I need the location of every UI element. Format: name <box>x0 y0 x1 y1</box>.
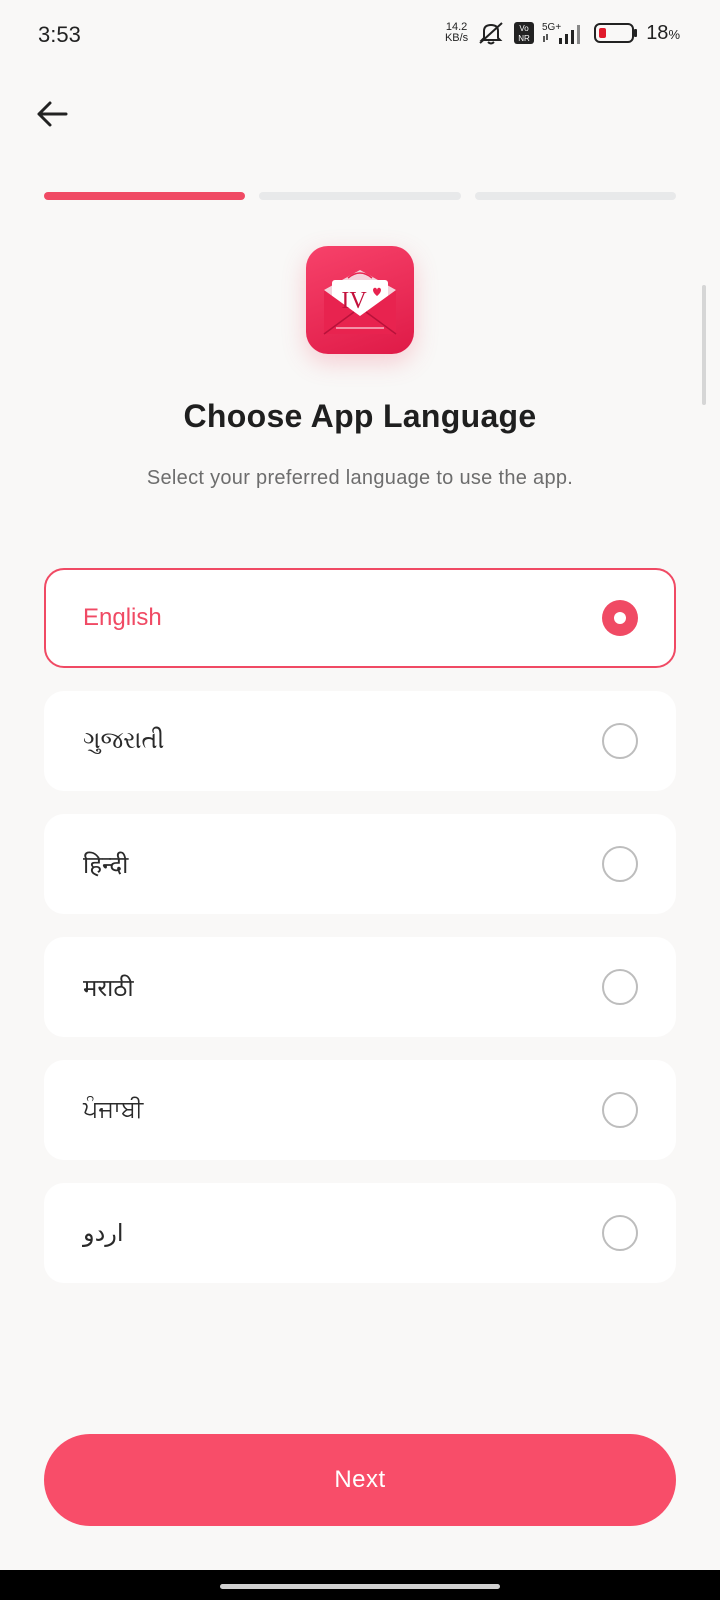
network-speed-unit: KB/s <box>444 32 469 44</box>
status-time: 3:53 <box>38 22 81 47</box>
language-option-marathi[interactable]: मराठी <box>44 937 676 1037</box>
language-list: English ગુજરાતી हिन्दी मराठी ਪੰਜਾਬੀ اردو <box>44 568 676 1306</box>
scrollbar[interactable] <box>702 285 706 405</box>
signal-icon: 5G+ <box>542 20 586 46</box>
language-label: اردو <box>83 1219 124 1247</box>
language-option-hindi[interactable]: हिन्दी <box>44 814 676 914</box>
language-label: ਪੰਜਾਬੀ <box>83 1096 144 1123</box>
progress-step-3 <box>474 192 676 200</box>
volte-icon: Vo NR <box>514 22 535 44</box>
mute-bell-icon <box>476 21 506 45</box>
svg-text:5G+: 5G+ <box>542 22 561 33</box>
invitation-envelope-icon: IV <box>323 270 397 335</box>
system-nav-bar <box>0 1570 720 1600</box>
onboarding-progress <box>44 192 676 200</box>
language-label: English <box>83 604 162 631</box>
battery-icon <box>594 22 638 44</box>
language-option-punjabi[interactable]: ਪੰਜਾਬੀ <box>44 1060 676 1160</box>
radio-selected-icon[interactable] <box>602 600 638 636</box>
language-option-urdu[interactable]: اردو <box>44 1183 676 1283</box>
radio-unselected-icon[interactable] <box>602 1092 638 1128</box>
arrow-left-icon <box>37 101 68 127</box>
status-icons: 14.2 KB/s Vo NR 5G+ 18% <box>445 20 680 46</box>
language-label: हिन्दी <box>83 851 129 879</box>
radio-unselected-icon[interactable] <box>602 846 638 882</box>
radio-unselected-icon[interactable] <box>602 723 638 759</box>
home-indicator[interactable] <box>220 1584 500 1589</box>
progress-step-1 <box>44 192 246 200</box>
app-logo: IV <box>306 246 414 354</box>
language-option-gujarati[interactable]: ગુજરાતી <box>44 691 676 791</box>
svg-text:NR: NR <box>518 34 530 43</box>
page-subtitle: Select your preferred language to use th… <box>146 467 574 489</box>
progress-step-2 <box>259 192 461 200</box>
radio-unselected-icon[interactable] <box>602 969 638 1005</box>
svg-text:Vo: Vo <box>520 24 530 33</box>
language-selection-screen: 3:53 14.2 KB/s Vo NR 5G+ 18% IV Choose A… <box>0 0 720 1600</box>
back-button[interactable] <box>28 90 76 138</box>
svg-text:IV: IV <box>341 288 367 314</box>
language-option-english[interactable]: English <box>44 568 676 668</box>
language-label: ગુજરાતી <box>83 727 165 754</box>
radio-unselected-icon[interactable] <box>602 1215 638 1251</box>
language-label: मराठी <box>83 974 134 1002</box>
status-bar: 3:53 14.2 KB/s Vo NR 5G+ 18% <box>0 0 720 70</box>
page-title: Choose App Language <box>183 398 537 434</box>
battery-percent: 18% <box>646 21 680 44</box>
next-button[interactable]: Next <box>44 1434 676 1526</box>
network-speed: 14.2 KB/s <box>445 22 468 44</box>
